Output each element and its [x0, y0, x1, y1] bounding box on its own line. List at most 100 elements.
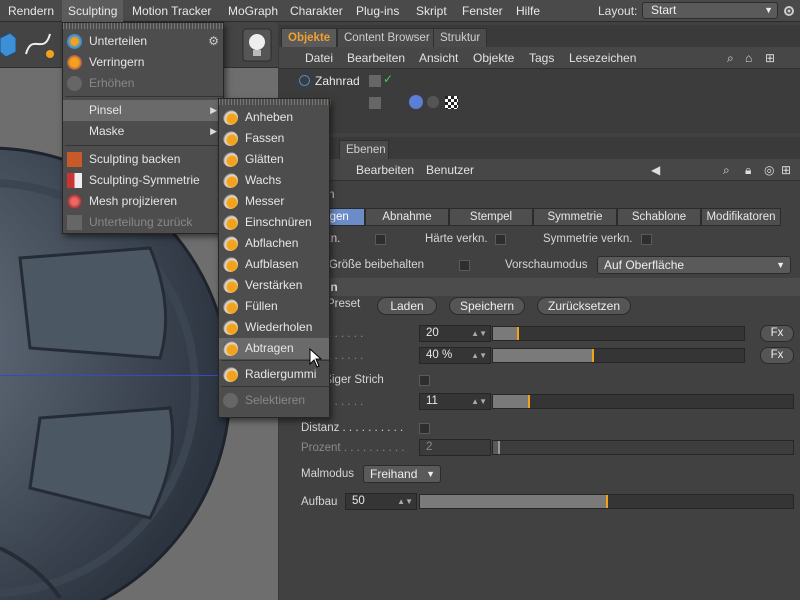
menu-pinsel[interactable]: Pinsel ▶ [63, 100, 223, 121]
target-icon[interactable]: ◎ [764, 159, 774, 181]
menu-charakter[interactable]: Charakter [284, 0, 349, 22]
brush-item-einschnüren[interactable]: Einschnüren [219, 212, 329, 233]
attr-menu-benutzer[interactable]: Benutzer [426, 159, 474, 181]
stroke-checkbox[interactable] [419, 375, 430, 386]
load-button[interactable]: Laden [377, 297, 437, 315]
tab-struktur[interactable]: Struktur [433, 28, 488, 47]
tab-schablone[interactable]: Schablone [617, 208, 701, 226]
layer-icon[interactable] [369, 75, 381, 87]
menu-skript[interactable]: Skript [410, 0, 453, 22]
fx-button[interactable]: Fx [760, 325, 794, 342]
checkmark-icon[interactable]: ✓ [383, 72, 393, 86]
link-checkbox[interactable] [375, 234, 386, 245]
hardness-input[interactable]: 40 % ▲▼ [419, 347, 491, 364]
tab-symmetrie[interactable]: Symmetrie [533, 208, 617, 226]
brush-item-messer[interactable]: Messer [219, 191, 329, 212]
brush-item-wachs[interactable]: Wachs [219, 170, 329, 191]
cube-icon[interactable] [0, 30, 16, 60]
obj-menu-tags[interactable]: Tags [529, 47, 554, 69]
tab-objekte[interactable]: Objekte [281, 28, 338, 47]
tear-off-grip[interactable] [63, 23, 223, 29]
fx-button[interactable]: Fx [760, 347, 794, 364]
spline-pen-icon[interactable] [22, 28, 54, 60]
tear-off-grip[interactable] [219, 99, 329, 105]
menu-sculpting[interactable]: Sculpting [62, 0, 124, 22]
gear-icon[interactable]: ⚙ [208, 31, 219, 52]
brush-item-verstärken[interactable]: Verstärken [219, 275, 329, 296]
brush-item-füllen[interactable]: Füllen [219, 296, 329, 317]
texture-tag-icon[interactable] [445, 96, 458, 109]
brush-item-glätten[interactable]: Glätten [219, 149, 329, 170]
brush-item-wiederholen[interactable]: Wiederholen [219, 317, 329, 338]
light-bulb-icon[interactable] [242, 28, 272, 62]
menu-unterteilen[interactable]: Unterteilen ⚙ [63, 31, 223, 52]
menu-motion-tracker[interactable]: Motion Tracker [126, 0, 217, 22]
paint-mode-select[interactable]: Freihand ▼ [363, 465, 441, 483]
tab-content-browser[interactable]: Content Browser [337, 28, 437, 47]
brush-item-abflachen[interactable]: Abflachen [219, 233, 329, 254]
obj-menu-objekte[interactable]: Objekte [473, 47, 514, 69]
spinner-icon[interactable]: ▲▼ [471, 394, 487, 409]
spinner-icon[interactable]: ▲▼ [397, 494, 413, 509]
menu-maske[interactable]: Maske ▶ [63, 121, 223, 142]
tab-stempel[interactable]: Stempel [449, 208, 533, 226]
hardness-link-checkbox[interactable] [495, 234, 506, 245]
symmetry-link-checkbox[interactable] [641, 234, 652, 245]
menu-mesh-projizieren[interactable]: Mesh projizieren [63, 191, 223, 212]
spacing-input[interactable]: 11 ▲▼ [419, 393, 491, 410]
percent-slider[interactable] [492, 440, 794, 455]
new-window-icon[interactable]: ⊞ [781, 159, 791, 181]
slider-handle[interactable] [528, 395, 530, 408]
obj-menu-lesezeichen[interactable]: Lesezeichen [569, 47, 636, 69]
menu-verringern[interactable]: Verringern [63, 52, 223, 73]
menu-hilfe[interactable]: Hilfe [510, 0, 546, 22]
obj-menu-ansicht[interactable]: Ansicht [419, 47, 458, 69]
size-slider[interactable] [492, 326, 745, 341]
menu-rendern[interactable]: Rendern [2, 0, 60, 22]
distance-checkbox[interactable] [419, 423, 430, 434]
save-button[interactable]: Speichern [449, 297, 525, 315]
slider-handle[interactable] [498, 441, 500, 454]
brush-item-fassen[interactable]: Fassen [219, 128, 329, 149]
menu-mograph[interactable]: MoGraph [222, 0, 284, 22]
search-icon[interactable]: ⌕ [727, 47, 734, 69]
gear-icon[interactable] [782, 4, 796, 18]
spinner-icon[interactable]: ▲▼ [471, 326, 487, 341]
slider-handle[interactable] [592, 349, 594, 362]
search-icon[interactable]: ⌕ [723, 159, 730, 181]
back-arrow-icon[interactable]: ◀ [651, 159, 660, 181]
home-icon[interactable]: ⌂ [745, 47, 752, 69]
spacing-slider[interactable] [492, 394, 794, 409]
list-item[interactable]: gel [279, 93, 800, 113]
menu-fenster[interactable]: Fenster [456, 0, 509, 22]
keep-size-checkbox[interactable] [459, 260, 470, 271]
slider-handle[interactable] [606, 495, 608, 508]
layer-icon[interactable] [369, 97, 381, 109]
percent-input[interactable]: 2 [419, 439, 491, 456]
menu-sculpting-symmetrie[interactable]: Sculpting-Symmetrie [63, 170, 223, 191]
obj-menu-datei[interactable]: Datei [305, 47, 333, 69]
slider-handle[interactable] [517, 327, 519, 340]
obj-menu-bearbeiten[interactable]: Bearbeiten [347, 47, 405, 69]
lock-icon[interactable]: 🔒︎ [745, 159, 751, 181]
preview-mode-select[interactable]: Auf Oberfläche ▼ [597, 256, 791, 274]
material-tag-icon[interactable] [409, 95, 423, 109]
reset-button[interactable]: Zurücksetzen [537, 297, 631, 315]
tab-abnahme[interactable]: Abnahme [365, 208, 449, 226]
menu-plugins[interactable]: Plug-ins [350, 0, 405, 22]
size-input[interactable]: 20 ▲▼ [419, 325, 491, 342]
build-slider[interactable] [419, 494, 794, 509]
tab-ebenen[interactable]: Ebenen [339, 140, 389, 159]
spinner-icon[interactable]: ▲▼ [471, 348, 487, 363]
hardness-slider[interactable] [492, 348, 745, 363]
tab-modifikatoren[interactable]: Modifikatoren [701, 208, 781, 226]
list-item[interactable]: Zahnrad ✓ [279, 71, 800, 91]
brush-item-anheben[interactable]: Anheben [219, 107, 329, 128]
sculpt-tag-icon[interactable] [427, 96, 439, 108]
attr-menu-bearbeiten[interactable]: Bearbeiten [356, 159, 414, 181]
new-window-icon[interactable]: ⊞ [765, 47, 775, 69]
layout-select[interactable]: Start ▼ [642, 2, 778, 19]
brush-item-aufblasen[interactable]: Aufblasen [219, 254, 329, 275]
build-input[interactable]: 50 ▲▼ [345, 493, 417, 510]
menu-sculpting-backen[interactable]: Sculpting backen [63, 149, 223, 170]
